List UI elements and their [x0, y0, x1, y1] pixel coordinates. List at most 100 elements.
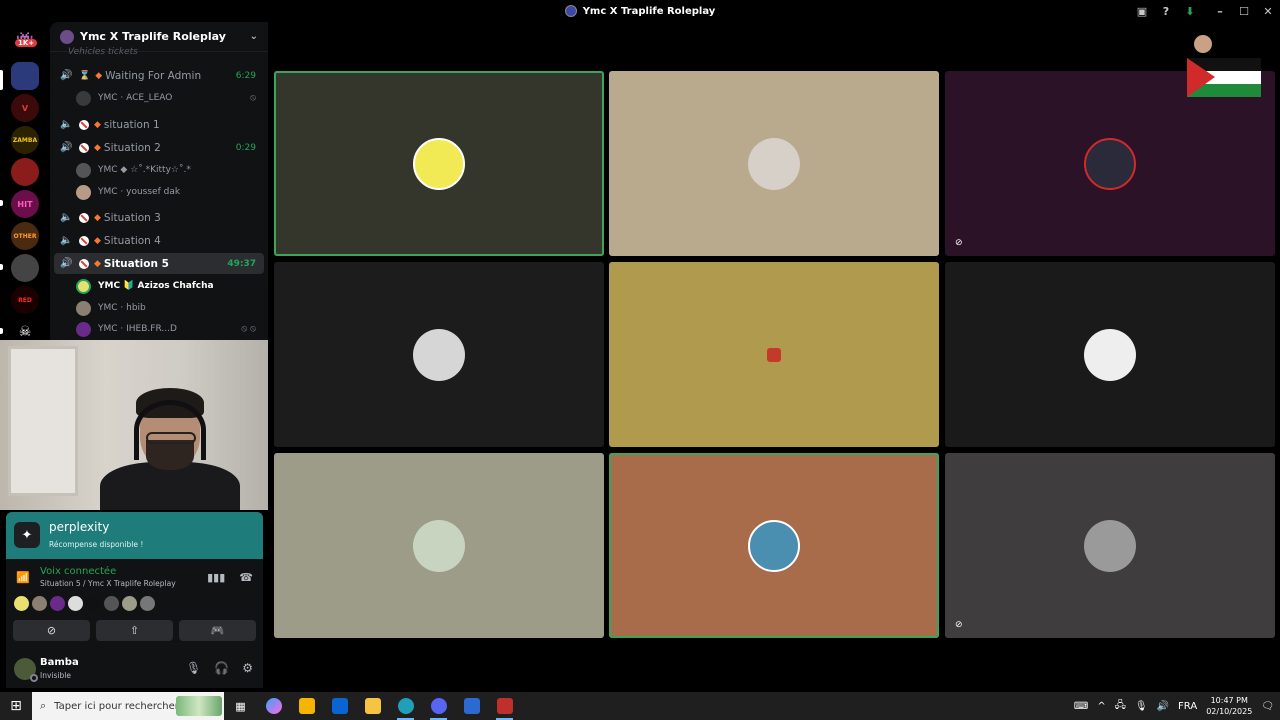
- member-name: YMC · hbib: [98, 303, 146, 313]
- server-icon[interactable]: [11, 158, 39, 186]
- avatar: [76, 90, 91, 106]
- promo-banner[interactable]: ✦ perplexity Récompense disponible !: [6, 512, 263, 559]
- voice-member[interactable]: YMC · IHEB.FR...D ⦸ ⦸: [76, 320, 266, 338]
- voice-channel[interactable]: 🔈 ◆ Situation 4: [54, 230, 264, 251]
- participant-tile[interactable]: ⊘: [945, 453, 1275, 638]
- clock-time: 10:47 PM: [1210, 696, 1248, 705]
- server-icon[interactable]: ZAMBA: [11, 126, 39, 154]
- keyboard-icon[interactable]: ⌨: [1074, 701, 1088, 712]
- background-window: [8, 346, 78, 496]
- participant-tile[interactable]: [609, 453, 939, 638]
- status-indicator: [30, 674, 38, 682]
- diamond-icon: ◆: [95, 70, 103, 81]
- camera-off-button[interactable]: ⊘: [13, 620, 90, 641]
- avatar[interactable]: [122, 596, 137, 611]
- chevron-up-icon[interactable]: ^: [1097, 701, 1105, 712]
- voice-member[interactable]: YMC · youssef dak: [76, 183, 266, 201]
- server-icon[interactable]: V: [11, 94, 39, 122]
- voice-channel[interactable]: 🔊 ◆ Situation 2 0:29: [54, 137, 264, 158]
- system-tray: ⌨ ^ 🖧 🎙 🔊 FRA 10:47 PM 02/10/2025 🗨: [1074, 695, 1280, 717]
- server-icon[interactable]: HIT: [11, 190, 39, 218]
- speaker-icon: 🔊: [60, 70, 73, 81]
- speaker-icon: 🔈: [60, 119, 73, 130]
- gear-icon[interactable]: ⚙: [242, 661, 253, 675]
- avatar[interactable]: [14, 596, 29, 611]
- server-icon[interactable]: [11, 254, 39, 282]
- volume-icon[interactable]: 🔊: [1157, 701, 1169, 712]
- server-indicator: [0, 328, 3, 334]
- app-icon[interactable]: [455, 692, 488, 720]
- promo-subtitle: Récompense disponible !: [49, 540, 144, 549]
- participant-tile[interactable]: [609, 71, 939, 256]
- server-icon[interactable]: OTHER: [11, 222, 39, 250]
- search-icon: ⌕: [40, 699, 47, 712]
- avatar[interactable]: [140, 596, 155, 611]
- server-icon[interactable]: RED: [11, 286, 39, 314]
- signal-icon[interactable]: 📶: [16, 571, 30, 584]
- deafened-icon: ⦸: [250, 93, 256, 103]
- perplexity-icon: ✦: [14, 522, 40, 548]
- server-icon[interactable]: [11, 62, 39, 90]
- minimize-icon[interactable]: –: [1208, 0, 1232, 22]
- disconnect-icon[interactable]: ☎: [239, 571, 253, 584]
- flag-sticker: [1187, 35, 1261, 97]
- clock[interactable]: 10:47 PM 02/10/2025: [1206, 695, 1252, 717]
- voice-channel-active[interactable]: 🔊 ◆ Situation 5 49:37: [54, 253, 264, 274]
- participant-tile[interactable]: [274, 71, 604, 256]
- close-icon[interactable]: ✕: [1256, 0, 1280, 22]
- voice-channel[interactable]: 🔈 ◆ Situation 3: [54, 207, 264, 228]
- title-bar: Ymc X Traplife Roleplay ▣ ? ⬇ – ☐ ✕: [0, 0, 1280, 22]
- activity-button[interactable]: 🎮: [179, 620, 256, 641]
- participant-tile[interactable]: [274, 262, 604, 447]
- diamond-icon: ◆: [94, 212, 101, 223]
- noise-suppression-icon[interactable]: ▮▮▮: [207, 571, 225, 584]
- avatar[interactable]: [68, 596, 83, 611]
- voice-status[interactable]: Voix connectée: [40, 566, 116, 577]
- avatar[interactable]: [104, 596, 119, 611]
- task-view-icon[interactable]: ▦: [224, 692, 257, 720]
- voice-channel[interactable]: 🔈 ◆ situation 1: [54, 114, 264, 135]
- voice-member[interactable]: YMC · hbib: [76, 299, 266, 317]
- screen-share-button[interactable]: ⇧: [96, 620, 173, 641]
- muted-icon: ⦸ ⦸: [241, 324, 256, 334]
- participant-tile[interactable]: [945, 262, 1275, 447]
- notifications-icon[interactable]: 🗨: [1261, 701, 1274, 712]
- help-icon[interactable]: ?: [1154, 0, 1178, 22]
- channel-timer: 49:37: [227, 258, 256, 269]
- avatar[interactable]: [86, 596, 101, 611]
- app-icon[interactable]: [488, 692, 521, 720]
- inbox-icon[interactable]: ▣: [1130, 0, 1154, 22]
- taskbar-search[interactable]: ⌕ Taper ici pour rechercher: [32, 692, 224, 720]
- maximize-icon[interactable]: ☐: [1232, 0, 1256, 22]
- outlook-icon[interactable]: [323, 692, 356, 720]
- voice-member[interactable]: YMC ◆ ☆˚.*Kitty☆˚.*: [76, 161, 266, 179]
- avatar: [76, 184, 91, 200]
- voice-channel[interactable]: 🔊 ⌛ ◆ Waiting For Admin 6:29: [54, 65, 264, 86]
- chevron-down-icon[interactable]: ⌄: [250, 31, 258, 42]
- discord-icon[interactable]: [422, 692, 455, 720]
- edge-icon[interactable]: [389, 692, 422, 720]
- voice-member[interactable]: YMC 🔰 Azizos Chafcha: [76, 277, 266, 295]
- server-indicator: [0, 264, 3, 270]
- language-indicator[interactable]: FRA: [1178, 701, 1197, 712]
- avatar[interactable]: [50, 596, 65, 611]
- network-icon[interactable]: 🖧: [1115, 698, 1126, 715]
- voice-location[interactable]: Situation 5 / Ymc X Traplife Roleplay: [40, 579, 176, 588]
- file-explorer-icon[interactable]: [356, 692, 389, 720]
- voice-member[interactable]: YMC · ACE_LEAO ⦸: [76, 89, 266, 107]
- participant-tile[interactable]: [274, 453, 604, 638]
- copilot-icon[interactable]: [257, 692, 290, 720]
- server-icon: [564, 5, 577, 17]
- username[interactable]: Bamba: [40, 657, 79, 668]
- search-placeholder: Taper ici pour rechercher: [54, 700, 179, 712]
- store-icon[interactable]: [290, 692, 323, 720]
- download-icon[interactable]: ⬇: [1178, 0, 1202, 22]
- microphone-icon[interactable]: 🎙: [186, 661, 201, 675]
- channel-partial[interactable]: Vehicles tickets: [68, 47, 138, 57]
- avatar: [76, 162, 91, 178]
- windows-start-icon[interactable]: ⊞: [0, 692, 32, 720]
- headphones-icon[interactable]: 🎧: [214, 661, 229, 675]
- microphone-icon[interactable]: 🎙: [1135, 701, 1148, 712]
- avatar[interactable]: [32, 596, 47, 611]
- participant-tile[interactable]: [609, 262, 939, 447]
